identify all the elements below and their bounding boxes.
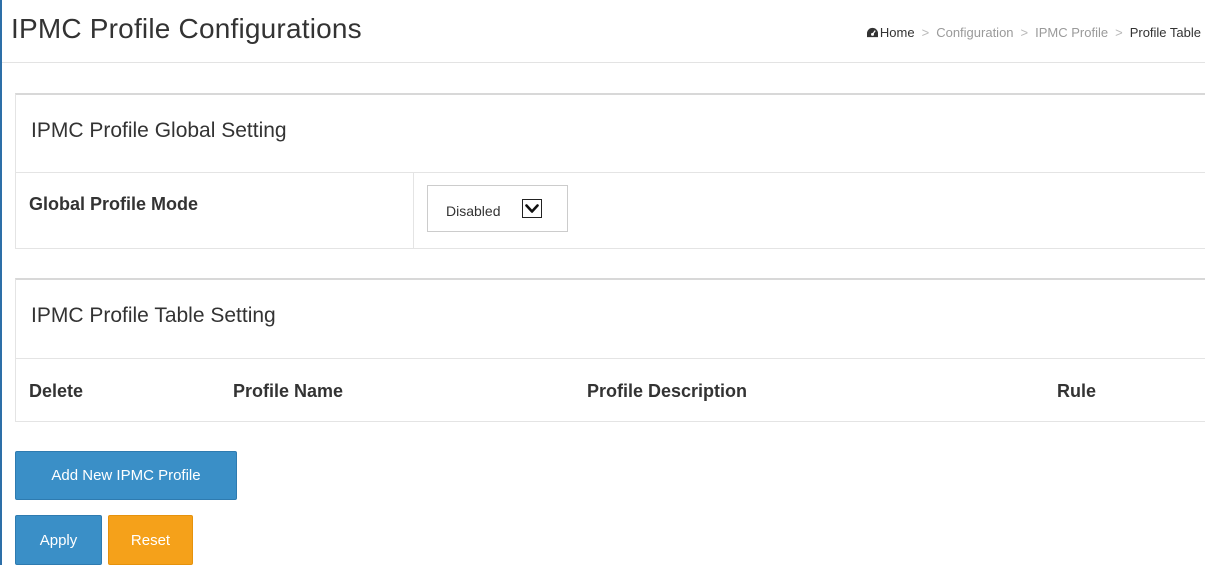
global-setting-heading: IPMC Profile Global Setting [16,95,1205,173]
profile-table-header: Delete Profile Name Profile Description … [16,359,1205,422]
breadcrumb-separator: > [921,25,930,40]
global-profile-mode-value: Disabled [446,203,501,219]
column-header-rule: Rule [1057,381,1097,401]
global-profile-mode-cell: Disabled [414,173,1205,248]
table-setting-panel: IPMC Profile Table Setting Delete Profil… [15,278,1205,422]
reset-button[interactable]: Reset [108,515,193,565]
breadcrumb-configuration[interactable]: Configuration [936,25,1013,40]
apply-button[interactable]: Apply [15,515,102,565]
breadcrumb-profile-table: Profile Table [1129,25,1201,40]
column-header-profile-description: Profile Description [587,381,748,401]
global-setting-panel: IPMC Profile Global Setting Global Profi… [15,93,1205,249]
column-header-delete: Delete [29,381,84,401]
page: IPMC Profile Configurations Home > Confi… [0,0,1205,565]
column-header-profile-name: Profile Name [233,381,344,401]
global-profile-mode-row: Global Profile Mode Disabled [16,173,1205,248]
page-header: IPMC Profile Configurations Home > Confi… [2,0,1205,63]
page-title: IPMC Profile Configurations [11,13,362,44]
breadcrumb-separator: > [1115,25,1123,40]
breadcrumb: Home > Configuration > IPMC Profile > Pr… [866,25,1201,40]
dashboard-icon [866,27,878,38]
global-profile-mode-select[interactable]: Disabled [427,185,568,232]
add-new-ipmc-profile-button[interactable]: Add New IPMC Profile [15,451,237,500]
global-profile-mode-label: Global Profile Mode [16,173,414,248]
chevron-down-icon[interactable] [522,199,542,218]
table-setting-heading: IPMC Profile Table Setting [16,280,1205,359]
breadcrumb-home[interactable]: Home [880,25,915,40]
breadcrumb-ipmc-profile[interactable]: IPMC Profile [1035,25,1108,40]
breadcrumb-separator: > [1020,25,1029,40]
